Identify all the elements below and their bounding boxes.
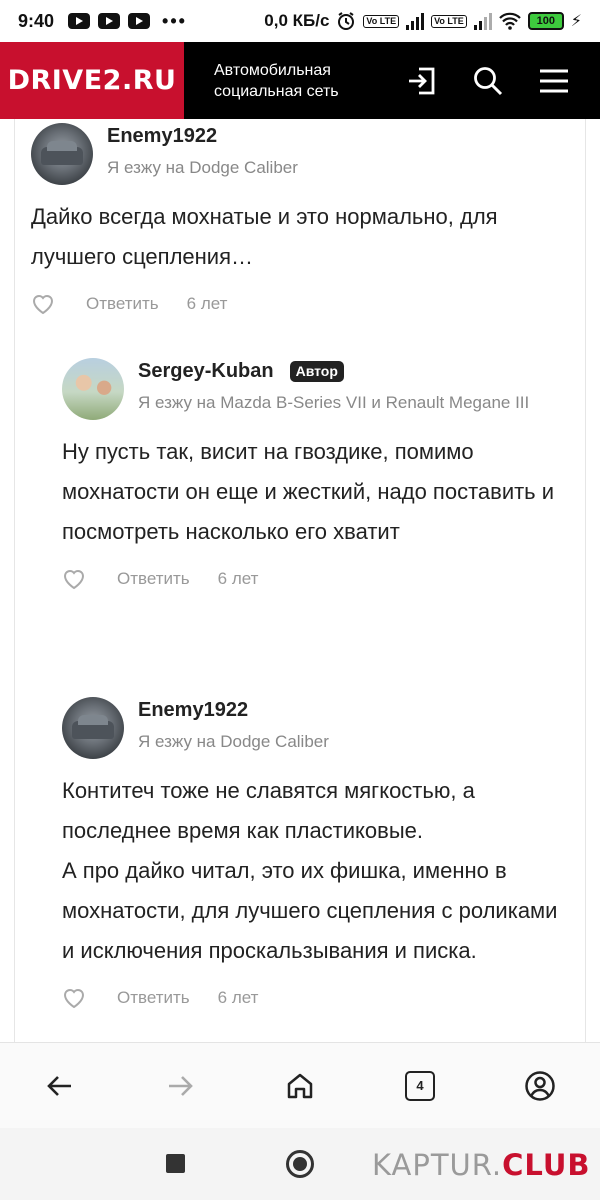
drive2-logo[interactable]: DRIVE2.RU [0, 42, 184, 119]
browser-toolbar: 4 [0, 1042, 600, 1128]
reply-button[interactable]: Ответить [117, 988, 190, 1008]
comment-author-car[interactable]: Я езжу на Mazda B-Series VII и Renault M… [138, 391, 572, 415]
avatar[interactable] [31, 123, 93, 185]
comment-time: 6 лет [186, 294, 228, 313]
tabs-count: 4 [405, 1070, 435, 1101]
system-home-icon[interactable] [286, 1150, 314, 1178]
more-notifications-icon: ••• [162, 10, 187, 31]
watermark: KAPTUR.CLUB [372, 1148, 591, 1182]
comment: Sergey-Kuban Автор Я езжу на Mazda B-Ser… [62, 358, 572, 590]
comment-author[interactable]: Enemy1922 [107, 125, 217, 148]
comment: Enemy1922 Я езжу на Dodge Caliber Дайко … [31, 123, 571, 315]
signal-icon [473, 12, 492, 30]
signal-icon [406, 12, 425, 30]
system-navigation-bar: KAPTUR.CLUB [0, 1128, 600, 1200]
reply-button[interactable]: Ответить [86, 294, 159, 314]
volte-icon: Vo LTE [431, 14, 467, 28]
avatar[interactable] [62, 697, 124, 759]
comment-text-paragraph: А про дайко читал, это их фишка, именно … [62, 858, 558, 963]
youtube-notification-icon [98, 13, 121, 29]
avatar[interactable] [62, 358, 124, 420]
heart-icon[interactable] [31, 293, 55, 315]
site-tagline: Автомобильная социальная сеть [214, 61, 339, 100]
heart-icon[interactable] [62, 568, 86, 590]
alarm-icon [338, 12, 355, 30]
home-icon[interactable] [270, 1056, 330, 1116]
forward-arrow-icon[interactable] [150, 1056, 210, 1116]
comment: Enemy1922 Я езжу на Dodge Caliber Контит… [62, 697, 572, 1009]
back-arrow-icon[interactable] [30, 1056, 90, 1116]
profile-icon[interactable] [510, 1056, 570, 1116]
comments-list: Enemy1922 Я езжу на Dodge Caliber Дайко … [14, 119, 586, 1042]
youtube-notification-icon [128, 13, 151, 29]
search-icon[interactable] [472, 65, 504, 97]
battery-icon: 100 [527, 12, 564, 30]
comment-time: 6 лет [217, 569, 259, 588]
comment-author-car[interactable]: Я езжу на Dodge Caliber [138, 730, 329, 754]
menu-icon[interactable] [538, 65, 570, 97]
login-icon[interactable] [406, 65, 438, 97]
site-header: DRIVE2.RU Автомобильная социальная сеть [0, 42, 600, 119]
comment-text: Контитеч тоже не славятся мягкостью, а п… [62, 771, 572, 971]
comment-author-car[interactable]: Я езжу на Dodge Caliber [107, 156, 298, 180]
comment-author[interactable]: Sergey-Kuban [138, 360, 274, 383]
wifi-icon [498, 12, 521, 30]
charging-icon: ⚡ [570, 13, 582, 30]
recents-icon[interactable] [166, 1154, 185, 1173]
heart-icon[interactable] [62, 987, 86, 1009]
watermark-part: KAPTUR. [372, 1148, 503, 1182]
watermark-part: CLUB [502, 1148, 591, 1182]
status-time: 9:40 [18, 10, 55, 31]
youtube-notification-icon [68, 13, 91, 29]
comment-text: Ну пусть так, висит на гвоздике, помимо … [62, 439, 555, 544]
tabs-button[interactable]: 4 [390, 1056, 450, 1116]
reply-button[interactable]: Ответить [117, 569, 190, 589]
author-badge: Автор [289, 361, 344, 382]
network-speed: 0,0 КБ/с [264, 11, 330, 30]
status-bar: 9:40 ••• 0,0 КБ/с Vo LTE Vo LTE 100 ⚡ [0, 0, 600, 42]
comment-text: Дайко всегда мохнатые и это нормально, д… [31, 204, 498, 269]
volte-icon: Vo LTE [363, 14, 400, 28]
comment-text-paragraph: Контитеч тоже не славятся мягкостью, а п… [62, 778, 475, 843]
comment-time: 6 лет [217, 988, 259, 1007]
comment-author[interactable]: Enemy1922 [138, 699, 248, 722]
